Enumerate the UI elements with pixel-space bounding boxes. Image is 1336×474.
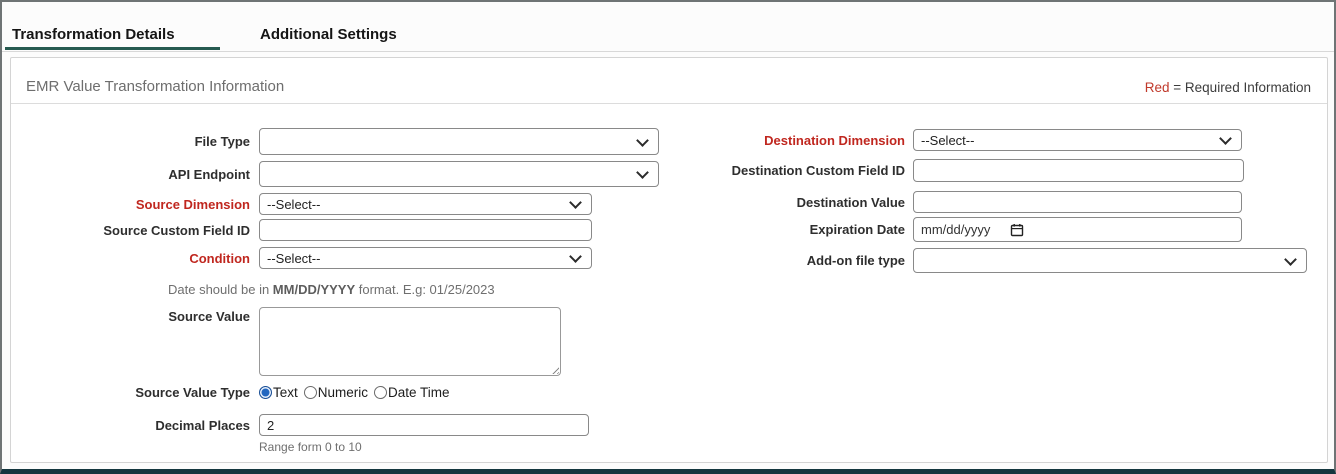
radio-unselected-icon[interactable] — [304, 386, 317, 399]
source-custom-field-id-label: Source Custom Field ID — [11, 223, 250, 238]
radio-option-text-label: Text — [273, 385, 298, 400]
date-placeholder-text: mm/dd/yyyy — [921, 222, 990, 237]
source-value-type-radio-group: Text Numeric Date Time — [259, 385, 456, 400]
date-format-hint: Date should be in MM/DD/YYYY format. E.g… — [168, 282, 495, 297]
file-type-label: File Type — [11, 134, 250, 149]
condition-select-value: --Select-- — [267, 251, 320, 266]
destination-value-input[interactable] — [913, 191, 1242, 213]
destination-custom-field-id-input[interactable] — [913, 159, 1244, 182]
source-dimension-select[interactable]: --Select-- — [259, 193, 592, 215]
expiration-date-label: Expiration Date — [662, 222, 905, 237]
transformation-panel: EMR Value Transformation Information Red… — [10, 57, 1328, 463]
decimal-places-label: Decimal Places — [11, 418, 250, 433]
required-legend-text: = Required Information — [1170, 80, 1311, 95]
chevron-down-icon — [569, 196, 582, 209]
source-custom-field-id-input[interactable] — [259, 219, 592, 241]
tab-additional-settings[interactable]: Additional Settings — [260, 26, 397, 43]
panel-title: EMR Value Transformation Information — [26, 78, 284, 95]
panel-header: EMR Value Transformation Information Red… — [11, 58, 1327, 104]
destination-dimension-select-value: --Select-- — [921, 133, 974, 148]
chevron-down-icon — [636, 166, 649, 179]
decimal-places-hint: Range form 0 to 10 — [259, 440, 362, 454]
calendar-icon[interactable] — [1010, 223, 1024, 237]
addon-file-type-label: Add-on file type — [662, 253, 905, 268]
radio-unselected-icon[interactable] — [374, 386, 387, 399]
chevron-down-icon — [636, 134, 649, 147]
required-legend: Red = Required Information — [1145, 80, 1311, 95]
condition-label: Condition — [11, 251, 250, 266]
source-value-textarea[interactable] — [259, 307, 561, 376]
destination-value-label: Destination Value — [662, 195, 905, 210]
tabbar-divider — [2, 51, 1334, 52]
radio-option-text[interactable]: Text — [259, 385, 298, 400]
radio-selected-icon[interactable] — [259, 386, 272, 399]
radio-option-date-time-label: Date Time — [388, 385, 450, 400]
source-dimension-label: Source Dimension — [11, 197, 250, 212]
radio-option-date-time[interactable]: Date Time — [374, 385, 450, 400]
chevron-down-icon — [1284, 253, 1297, 266]
active-tab-underline — [5, 47, 220, 50]
destination-dimension-select[interactable]: --Select-- — [913, 129, 1242, 151]
resize-handle-icon[interactable] — [550, 365, 559, 374]
required-legend-red: Red — [1145, 80, 1170, 95]
chevron-down-icon — [569, 250, 582, 263]
destination-dimension-label: Destination Dimension — [662, 133, 905, 148]
tab-transformation-details[interactable]: Transformation Details — [12, 26, 175, 43]
decimal-places-input[interactable] — [259, 414, 589, 436]
form-body: File Type API Endpoint Source Dimension … — [11, 104, 1327, 462]
radio-option-numeric-label: Numeric — [318, 385, 368, 400]
app-window: Transformation Details Additional Settin… — [0, 0, 1336, 474]
condition-select[interactable]: --Select-- — [259, 247, 592, 269]
chevron-down-icon — [1219, 132, 1232, 145]
source-value-type-label: Source Value Type — [11, 385, 250, 400]
addon-file-type-select[interactable] — [913, 248, 1307, 273]
source-dimension-select-value: --Select-- — [267, 197, 320, 212]
file-type-select[interactable] — [259, 128, 659, 155]
source-value-label: Source Value — [11, 309, 250, 324]
destination-custom-field-id-label: Destination Custom Field ID — [662, 163, 905, 178]
radio-option-numeric[interactable]: Numeric — [304, 385, 368, 400]
api-endpoint-label: API Endpoint — [11, 167, 250, 182]
expiration-date-input[interactable]: mm/dd/yyyy — [913, 217, 1242, 242]
api-endpoint-select[interactable] — [259, 161, 659, 187]
